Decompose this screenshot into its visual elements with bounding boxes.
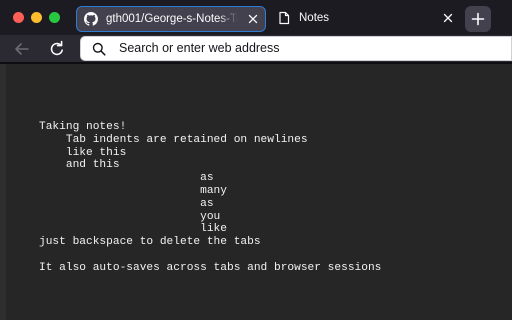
minimize-window-button[interactable] xyxy=(31,12,42,23)
tab-github[interactable]: gth001/George-s-Notes-Tab-Extension xyxy=(76,6,266,32)
close-tab-icon[interactable] xyxy=(441,11,455,25)
close-tab-icon[interactable] xyxy=(246,12,260,26)
tab-title: gth001/George-s-Notes-Tab-Extension xyxy=(106,13,238,25)
browser-window: gth001/George-s-Notes-Tab-Extension Note… xyxy=(0,0,512,320)
address-bar-placeholder: Search or enter web address xyxy=(119,41,280,55)
new-tab-button[interactable] xyxy=(465,6,491,32)
plus-icon xyxy=(471,12,485,26)
search-icon xyxy=(92,42,106,56)
page-icon xyxy=(279,11,290,25)
back-arrow-icon[interactable] xyxy=(11,38,33,60)
close-window-button[interactable] xyxy=(13,12,24,23)
notes-page: Taking notes! Tab indents are retained o… xyxy=(0,64,512,320)
page-edge xyxy=(0,64,6,320)
reload-icon[interactable] xyxy=(46,38,68,60)
navigation-toolbar: Search or enter web address xyxy=(0,35,512,62)
tab-strip: gth001/George-s-Notes-Tab-Extension Note… xyxy=(0,0,512,35)
notes-textarea[interactable]: Taking notes! Tab indents are retained o… xyxy=(39,121,381,275)
address-bar[interactable]: Search or enter web address xyxy=(80,36,512,61)
github-icon xyxy=(84,12,98,26)
tab-title: Notes xyxy=(299,12,330,24)
zoom-window-button[interactable] xyxy=(49,12,60,23)
tab-notes[interactable]: Notes xyxy=(270,6,458,32)
